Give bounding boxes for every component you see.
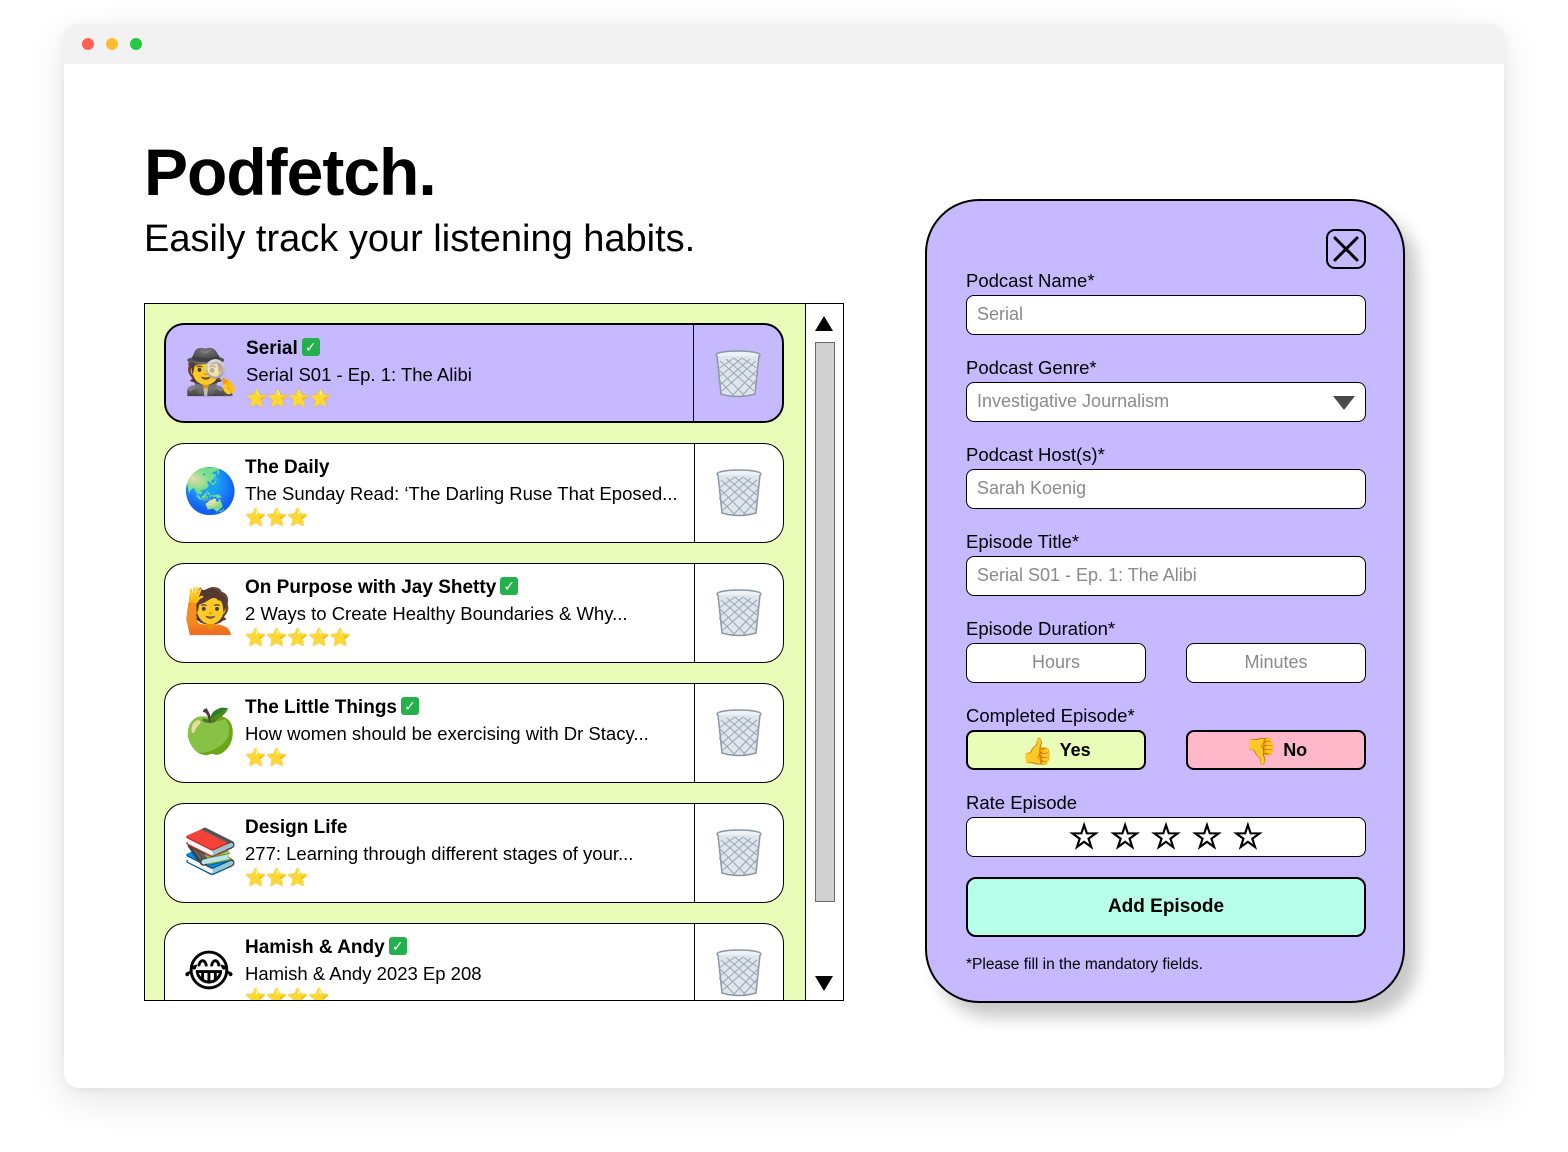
verified-check-icon: ✓	[388, 937, 407, 955]
rating-stars: ⭐⭐⭐⭐	[245, 988, 330, 1000]
rating-stars: ⭐⭐⭐	[245, 868, 309, 887]
app-subtitle: Easily track your listening habits.	[144, 218, 696, 260]
episode-card[interactable]: 🍏 The Little Things ✓ How women should be…	[164, 683, 784, 783]
rating-stars: ⭐⭐⭐⭐	[246, 389, 331, 408]
thumbs-down-icon: 👎	[1244, 736, 1278, 766]
no-label: No	[1283, 740, 1308, 760]
episode-card[interactable]: 😂 Hamish & Andy ✓ Hamish & Andy 2023 Ep 2…	[164, 923, 784, 1000]
yes-label: Yes	[1059, 740, 1091, 760]
podcast-genre-select[interactable]: Investigative Journalism	[966, 382, 1366, 422]
star-icon[interactable]: ☆	[1191, 817, 1223, 856]
episode-card[interactable]: 🙋 On Purpose with Jay Shetty ✓ 2 Ways to …	[164, 563, 784, 663]
yes-button[interactable]: 👍 Yes	[966, 730, 1146, 770]
podcast-name-input[interactable]: Serial	[966, 295, 1366, 335]
close-window-dot[interactable]	[82, 38, 94, 50]
trash-icon[interactable]	[714, 349, 762, 399]
close-icon	[1333, 236, 1359, 262]
episode-title: 2 Ways to Create Healthy Boundaries & Wh…	[245, 603, 628, 624]
episode-title: Serial S01 - Ep. 1: The Alibi	[246, 364, 472, 385]
rating-stars: ⭐⭐⭐	[245, 508, 309, 527]
verified-check-icon: ✓	[500, 577, 519, 595]
close-form-button[interactable]	[1326, 229, 1366, 269]
green-apple-icon: 🍏	[183, 707, 238, 756]
podcast-hosts-input[interactable]: Sarah Koenig	[966, 469, 1366, 509]
trash-icon[interactable]	[715, 468, 763, 518]
no-button[interactable]: 👎 No	[1186, 730, 1366, 770]
trash-icon[interactable]	[715, 708, 763, 758]
episode-list-panel: 🕵️ Serial ✓ Serial S01 - Ep. 1: The Alibi…	[144, 303, 844, 1001]
episode-title: How women should be exercising with Dr S…	[245, 723, 649, 744]
episode-title-label: Episode Title*	[966, 531, 1080, 552]
episode-title: The Sunday Read: ‘The Darling Ruse That …	[245, 483, 678, 504]
rating-stars: ⭐⭐	[245, 748, 288, 767]
episode-title-input[interactable]: Serial S01 - Ep. 1: The Alibi	[966, 556, 1366, 596]
globe-icon: 🌏	[183, 467, 238, 516]
verified-check-icon: ✓	[401, 697, 419, 715]
podcast-name: The Daily	[245, 457, 330, 478]
rating-stars: ⭐⭐⭐⭐⭐	[245, 628, 351, 647]
rating-input[interactable]: ☆ ☆ ☆ ☆ ☆	[966, 817, 1366, 857]
podcast-genre-value: Investigative Journalism	[977, 391, 1170, 411]
star-icon[interactable]: ☆	[1068, 817, 1100, 856]
books-icon: 📚	[183, 827, 238, 876]
episode-duration-label: Episode Duration*	[966, 618, 1116, 639]
list-scrollbar[interactable]	[805, 304, 843, 1000]
scroll-down-arrow-icon[interactable]	[815, 976, 833, 991]
delete-cell	[694, 564, 783, 662]
star-icon[interactable]: ☆	[1232, 817, 1264, 856]
podcast-hosts-label: Podcast Host(s)*	[966, 444, 1105, 465]
star-icon[interactable]: ☆	[1150, 817, 1182, 856]
scroll-up-arrow-icon[interactable]	[815, 316, 833, 331]
mandatory-fields-note: *Please fill in the mandatory fields.	[966, 956, 1203, 973]
person-raising-hand-icon: 🙋	[183, 587, 238, 636]
minutes-input[interactable]: Minutes	[1186, 643, 1366, 683]
podcast-name: Hamish & Andy ✓	[245, 936, 407, 960]
delete-cell	[694, 924, 783, 1000]
detective-icon: 🕵️	[184, 348, 239, 397]
delete-cell	[694, 684, 783, 782]
browser-window: Podfetch. Easily track your listening ha…	[64, 24, 1504, 1088]
episode-card[interactable]: 🌏 The Daily The Sunday Read: ‘The Darlin…	[164, 443, 784, 543]
episode-list: 🕵️ Serial ✓ Serial S01 - Ep. 1: The Alibi…	[145, 304, 805, 1000]
chevron-down-icon	[1333, 396, 1355, 410]
maximize-window-dot[interactable]	[130, 38, 142, 50]
trash-icon[interactable]	[715, 828, 763, 878]
thumbs-up-icon: 👍	[1021, 736, 1054, 766]
podcast-name: Serial ✓	[246, 337, 320, 361]
completed-episode-label: Completed Episode*	[966, 705, 1135, 726]
episode-card[interactable]: 📚 Design Life 277: Learning through diff…	[164, 803, 784, 903]
minimize-window-dot[interactable]	[106, 38, 118, 50]
app-title: Podfetch.	[144, 135, 437, 209]
star-icon[interactable]: ☆	[1109, 817, 1141, 856]
podcast-name: The Little Things ✓	[245, 696, 419, 720]
episode-card[interactable]: 🕵️ Serial ✓ Serial S01 - Ep. 1: The Alibi…	[164, 323, 784, 423]
trash-icon[interactable]	[715, 948, 763, 998]
podcast-name: Design Life	[245, 817, 348, 838]
add-episode-form: Podcast Name* Serial Podcast Genre* Inve…	[925, 199, 1405, 1003]
hours-input[interactable]: Hours	[966, 643, 1146, 683]
delete-cell	[693, 325, 782, 421]
verified-check-icon: ✓	[301, 338, 320, 356]
laughing-face-icon: 😂	[183, 947, 235, 996]
delete-cell	[694, 444, 783, 542]
podcast-name-label: Podcast Name*	[966, 270, 1095, 291]
trash-icon[interactable]	[715, 588, 763, 638]
add-episode-button[interactable]: Add Episode	[966, 877, 1366, 937]
window-titlebar	[64, 24, 1504, 64]
podcast-genre-label: Podcast Genre*	[966, 357, 1097, 378]
delete-cell	[694, 804, 783, 902]
podcast-name: On Purpose with Jay Shetty ✓	[245, 576, 519, 600]
episode-title: 277: Learning through different stages o…	[245, 843, 634, 864]
rate-episode-label: Rate Episode	[966, 792, 1078, 813]
scroll-thumb[interactable]	[815, 342, 835, 902]
episode-title: Hamish & Andy 2023 Ep 208	[245, 963, 482, 984]
